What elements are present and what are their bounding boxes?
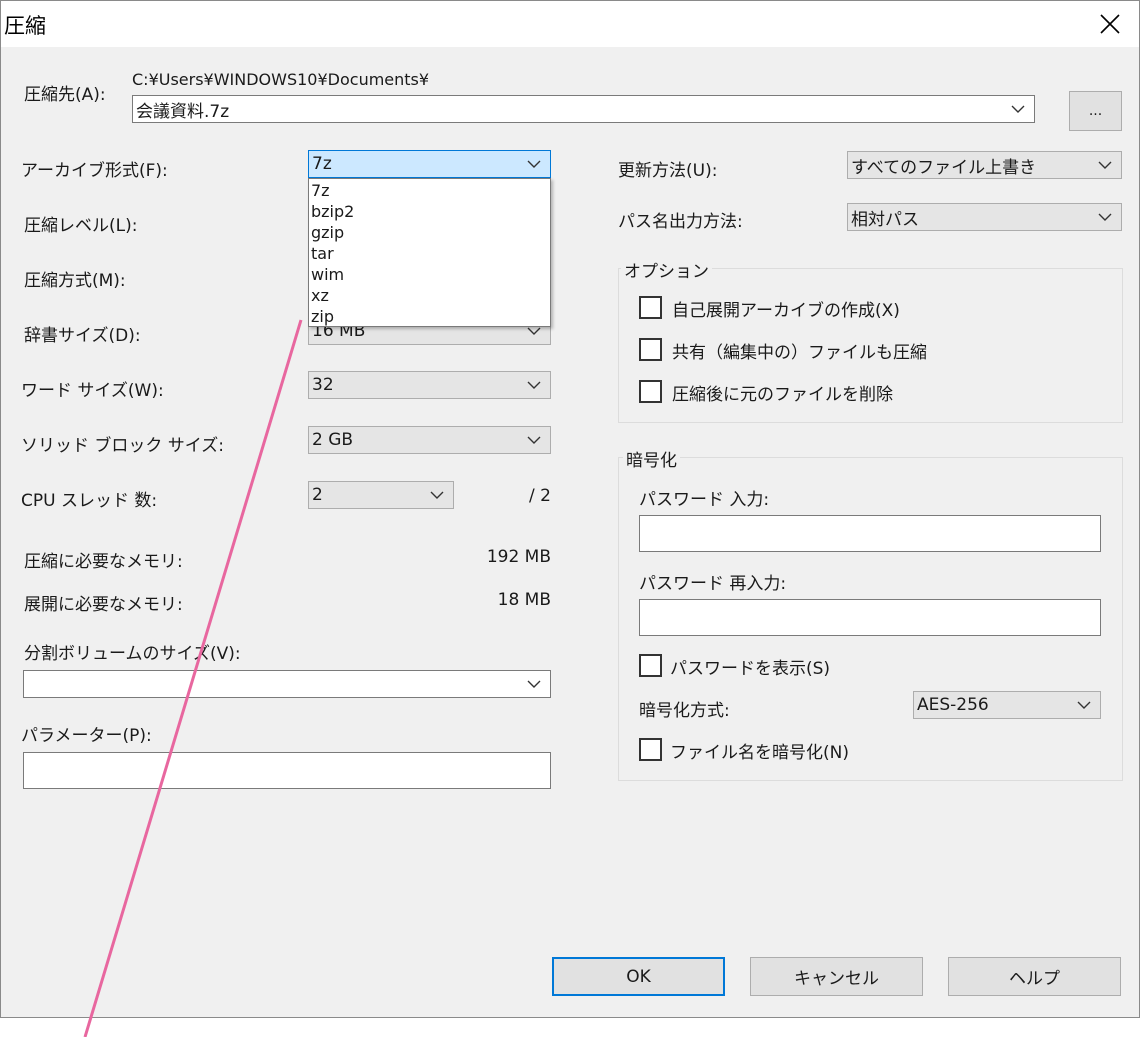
annotation-line — [83, 319, 303, 1037]
